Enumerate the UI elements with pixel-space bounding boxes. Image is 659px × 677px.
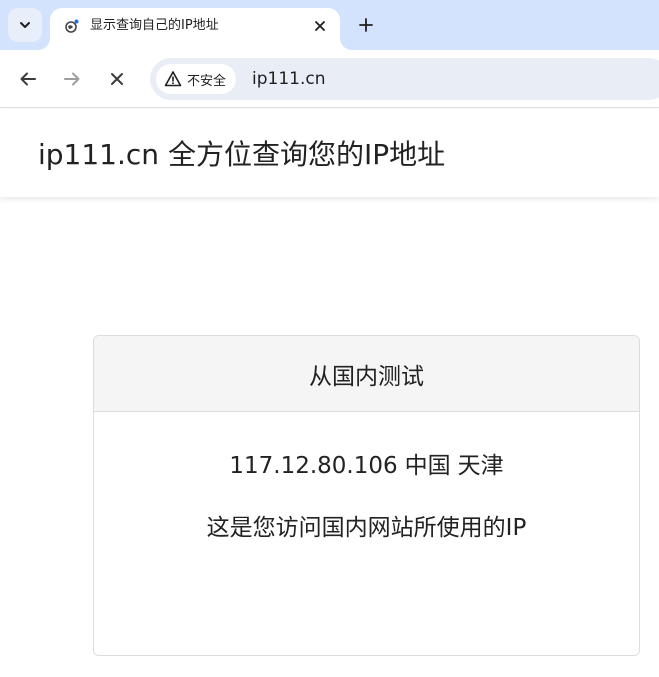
- forward-button[interactable]: [56, 63, 88, 95]
- tab-title: 显示查询自己的IP地址: [90, 18, 219, 33]
- ip-location-line: 117.12.80.106 中国 天津: [94, 446, 639, 480]
- chevron-down-icon: [20, 22, 30, 28]
- card-header: 从国内测试: [94, 336, 639, 412]
- arrow-left-icon: [20, 72, 36, 86]
- url-text[interactable]: ip111.cn: [252, 68, 326, 90]
- address-bar[interactable]: 不安全 ip111.cn: [150, 58, 659, 100]
- close-icon: [111, 73, 123, 85]
- browser-toolbar: 不安全 ip111.cn: [0, 50, 659, 108]
- country: 中国: [404, 453, 451, 479]
- warning-triangle-icon: [164, 71, 182, 87]
- new-tab-button[interactable]: [354, 13, 378, 37]
- security-indicator-button[interactable]: 不安全: [156, 64, 237, 94]
- security-label: 不安全: [187, 73, 227, 89]
- stop-loading-button[interactable]: [101, 63, 133, 95]
- plus-icon: [359, 18, 373, 32]
- close-icon: [315, 21, 325, 31]
- card-note: 这是您访问国内网站所使用的IP: [206, 515, 527, 541]
- page-title: ip111.cn 全方位查询您的IP地址: [38, 138, 446, 171]
- domestic-test-card: 从国内测试 117.12.80.106 中国 天津 这是您访问国内网站所使用的IP: [93, 335, 640, 656]
- card-heading: 从国内测试: [309, 363, 424, 390]
- back-button[interactable]: [12, 63, 44, 95]
- loading-globe-icon: [65, 19, 79, 33]
- ip-address: 117.12.80.106: [229, 453, 398, 479]
- close-tab-button[interactable]: [310, 16, 330, 36]
- city: 天津: [457, 453, 504, 479]
- tab-search-button[interactable]: [8, 8, 42, 42]
- site-header: ip111.cn 全方位查询您的IP地址: [0, 109, 659, 197]
- tab-strip: 显示查询自己的IP地址: [0, 0, 659, 50]
- arrow-right-icon: [64, 72, 80, 86]
- active-tab[interactable]: 显示查询自己的IP地址: [50, 8, 340, 50]
